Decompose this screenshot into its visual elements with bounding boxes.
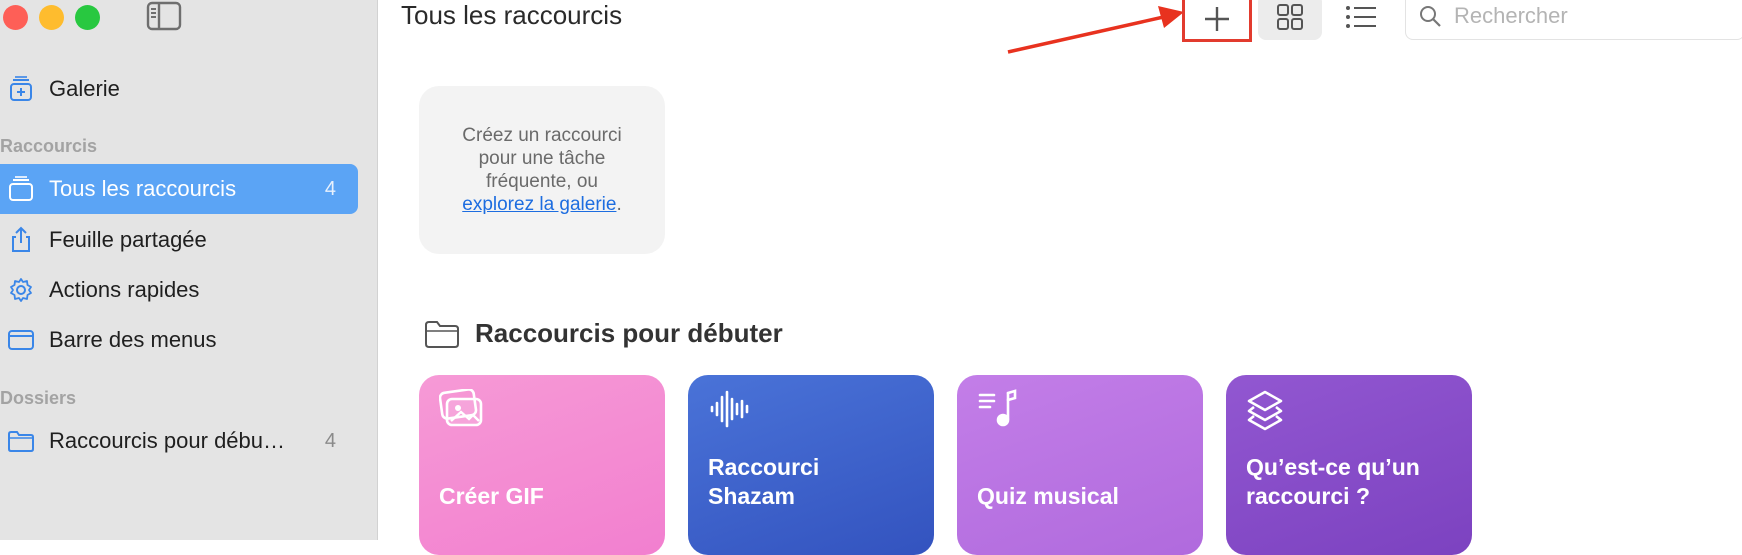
starter-section-header: Raccourcis pour débuter [424, 318, 783, 349]
annotation-arrow [1007, 6, 1184, 54]
plus-icon [1205, 7, 1229, 31]
shortcut-tile-create-gif[interactable]: Créer GIF [419, 375, 665, 555]
sidebar-item-label: Tous les raccourcis [49, 176, 237, 201]
grid-view-button[interactable] [1258, 0, 1322, 40]
sidebar-item-label: Feuille partagée [49, 227, 207, 252]
page-title: Tous les raccourcis [401, 0, 623, 30]
section-label-shortcuts: Raccourcis [0, 136, 98, 156]
tile-name: Créer GIF [439, 483, 544, 509]
gear-icon [6, 275, 36, 305]
list-view-button[interactable] [1332, 0, 1390, 40]
stack-icon [6, 174, 36, 204]
waveform-icon [708, 389, 754, 434]
sidebar-item-share-sheet[interactable]: Feuille partagée [0, 215, 358, 265]
sidebar-toggle-icon[interactable] [146, 1, 182, 36]
empty-card-line: fréquente, ou [486, 171, 598, 192]
sidebar-item-label: Galerie [49, 76, 120, 101]
empty-card-line: Créez un raccourci [462, 125, 622, 146]
add-shortcut-button[interactable] [1182, 0, 1252, 42]
close-window-button[interactable] [3, 5, 28, 30]
zoom-window-button[interactable] [75, 5, 100, 30]
section-title: Raccourcis pour débuter [475, 318, 783, 348]
menu-bar-icon [6, 325, 36, 355]
music-list-icon [977, 389, 1023, 434]
list-icon [1346, 6, 1376, 28]
grid-icon [1277, 4, 1303, 30]
sidebar-item-label: Raccourcis pour débu… [49, 428, 286, 453]
explore-gallery-link[interactable]: explorez la galerie [462, 194, 616, 215]
shortcut-tile-shazam[interactable]: Raccourci Shazam [688, 375, 934, 555]
shortcut-count: 4 [324, 177, 336, 200]
sidebar-item-label: Actions rapides [49, 277, 200, 302]
search-icon [1418, 4, 1442, 28]
shortcut-tile-what-is-shortcut[interactable]: Qu’est-ce qu’un raccourci ? [1226, 375, 1472, 555]
folder-icon [425, 320, 459, 348]
tile-name: Qu’est-ce qu’un raccourci ? [1246, 454, 1420, 509]
sidebar-item-menu-bar[interactable]: Barre des menus [0, 315, 358, 365]
gallery-icon [6, 74, 36, 104]
sidebar: Galerie Raccourcis Tous les raccourcis 4… [0, 0, 378, 540]
search-field[interactable] [1405, 0, 1742, 40]
sidebar-item-label: Barre des menus [49, 327, 217, 352]
main-content: Tous les raccourcis Créez un raccourci p… [378, 0, 1742, 555]
empty-card-suffix: . [616, 194, 622, 215]
section-label-folders: Dossiers [0, 388, 77, 408]
layers-icon [1246, 389, 1292, 438]
share-icon [6, 225, 36, 255]
sidebar-item-folder-starter[interactable]: Raccourcis pour débu… 4 [0, 416, 358, 466]
minimize-window-button[interactable] [39, 5, 64, 30]
sidebar-item-quick-actions[interactable]: Actions rapides [0, 265, 358, 315]
shortcut-count: 4 [324, 429, 336, 452]
search-input[interactable] [1452, 2, 1716, 30]
empty-state-card: Créez un raccourci pour une tâche fréque… [419, 86, 665, 254]
tile-name: Quiz musical [977, 483, 1119, 509]
folder-icon [6, 426, 36, 456]
tile-name: Raccourci Shazam [708, 454, 820, 509]
empty-card-line: pour une tâche [478, 148, 606, 169]
photos-icon [438, 388, 485, 434]
shortcut-tile-music-quiz[interactable]: Quiz musical [957, 375, 1203, 555]
sidebar-item-gallery[interactable]: Galerie [0, 64, 358, 114]
sidebar-item-all-shortcuts[interactable]: Tous les raccourcis 4 [0, 164, 358, 214]
